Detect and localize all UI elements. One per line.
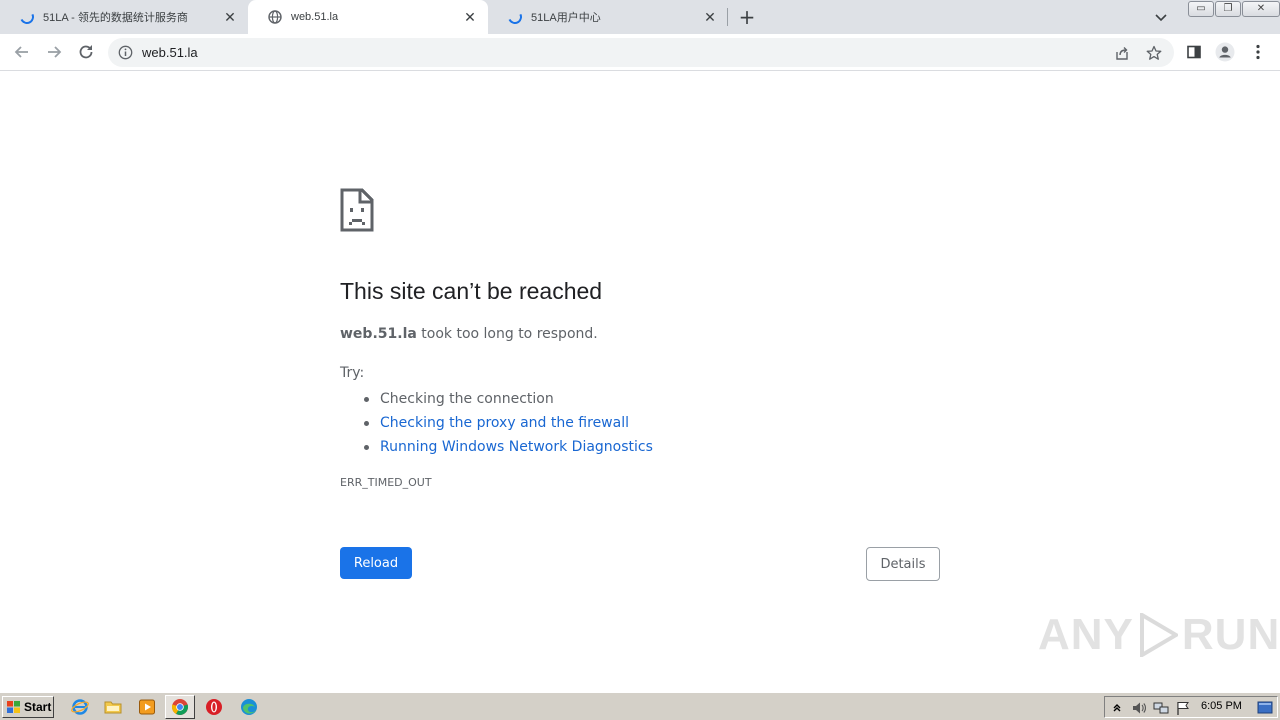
tab-separator (727, 8, 728, 26)
window-close-button[interactable]: ✕ (1242, 1, 1280, 17)
error-heading: This site can’t be reached (340, 278, 603, 304)
tab-title: web.51.la (291, 11, 339, 23)
chrome-icon[interactable] (165, 695, 195, 719)
minimize-button[interactable]: ▭ (1188, 1, 1214, 17)
back-arrow-icon[interactable] (11, 41, 33, 63)
forward-arrow-icon[interactable] (43, 41, 65, 63)
suggestion-network-diagnostics-link[interactable]: Running Windows Network Diagnostics (362, 435, 653, 459)
tab-close-icon[interactable]: ✕ (702, 9, 718, 25)
media-player-icon[interactable] (138, 698, 156, 716)
windows-flag-icon (7, 701, 20, 713)
edge-icon[interactable] (240, 698, 258, 716)
suggestion-list: Checking the connection Checking the pro… (362, 387, 653, 459)
error-summary: web.51.la took too long to respond. (340, 326, 598, 342)
reload-button[interactable]: Reload (340, 547, 412, 579)
error-host: web.51.la (340, 326, 417, 342)
network-icon[interactable] (1153, 700, 1169, 716)
tab-title: 51LA - 领先的数据统计服务商 (43, 12, 188, 24)
ie-icon[interactable] (71, 698, 89, 716)
watermark-left-text: ANY (1038, 610, 1134, 659)
suggestion-check-connection: Checking the connection (362, 387, 653, 411)
tab-51la-home[interactable]: 51LA - 领先的数据统计服务商 ✕ (0, 0, 248, 34)
error-summary-text: took too long to respond. (416, 326, 598, 342)
side-panel-icon[interactable] (1184, 42, 1204, 62)
tab-web-51-la[interactable]: web.51.la ✕ (248, 0, 488, 34)
error-page: This site can’t be reached web.51.la too… (0, 72, 1280, 692)
volume-icon[interactable] (1131, 700, 1147, 716)
tab-close-icon[interactable]: ✕ (222, 9, 238, 25)
action-center-flag-icon[interactable] (1175, 700, 1191, 716)
windows-taskbar: Start 6:05 PM (0, 692, 1280, 720)
window-controls: ▭ ❐ ✕ (1187, 1, 1280, 17)
site-info-icon[interactable] (118, 45, 133, 60)
reload-icon[interactable] (75, 41, 97, 63)
play-logo-icon (1139, 613, 1178, 657)
anyrun-watermark: ANY RUN (1038, 610, 1280, 660)
new-tab-button[interactable]: + (737, 7, 757, 27)
tray-expand-icon[interactable] (1109, 700, 1125, 716)
start-button[interactable]: Start (2, 696, 54, 718)
address-bar[interactable]: web.51.la (108, 38, 1174, 67)
try-label: Try: (340, 365, 365, 381)
start-label: Start (24, 700, 52, 714)
show-desktop-icon[interactable] (1257, 700, 1273, 716)
error-code: ERR_TIMED_OUT (340, 476, 432, 489)
opera-icon[interactable] (205, 698, 223, 716)
tab-51la-user-center[interactable]: 51LA用户中心 ✕ (488, 0, 728, 34)
loading-spinner-icon (18, 8, 36, 26)
tab-close-icon[interactable]: ✕ (462, 9, 478, 25)
browser-toolbar: web.51.la (0, 34, 1280, 71)
system-clock[interactable]: 6:05 PM (1201, 700, 1242, 712)
profile-avatar-icon[interactable] (1215, 42, 1235, 62)
folder-icon[interactable] (104, 698, 122, 716)
tab-search-chevron-icon[interactable] (1152, 8, 1170, 26)
sad-page-icon (340, 188, 374, 232)
globe-icon (268, 10, 282, 24)
suggestion-check-proxy-link[interactable]: Checking the proxy and the firewall (362, 411, 653, 435)
tab-title: 51LA用户中心 (531, 12, 601, 24)
system-tray: 6:05 PM (1104, 696, 1278, 718)
details-button[interactable]: Details (866, 547, 940, 581)
loading-spinner-icon (506, 8, 524, 26)
restore-button[interactable]: ❐ (1215, 1, 1241, 17)
share-icon[interactable] (1114, 45, 1130, 61)
watermark-right-text: RUN (1181, 610, 1280, 659)
menu-kebab-icon[interactable] (1248, 42, 1268, 62)
tab-strip: 51LA - 领先的数据统计服务商 ✕ web.51.la ✕ 51LA用户中心… (0, 0, 1280, 34)
url-text[interactable]: web.51.la (142, 45, 198, 60)
bookmark-star-icon[interactable] (1146, 45, 1162, 61)
